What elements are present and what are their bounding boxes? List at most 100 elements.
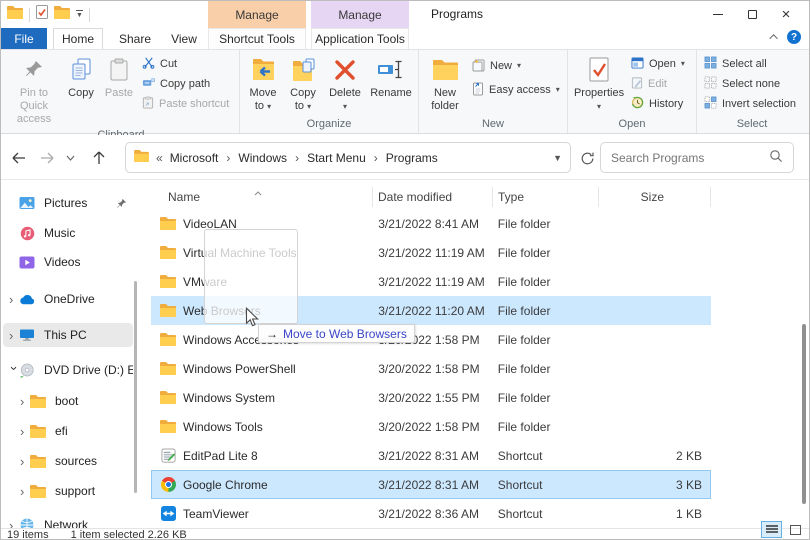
sidebar-item-support[interactable]: › support	[3, 479, 133, 503]
easy-access-button[interactable]: Easy access ▾	[468, 78, 564, 102]
breadcrumb-separator-icon[interactable]: ›	[294, 151, 300, 165]
copy-to-button[interactable]: Copy to ▾	[283, 51, 323, 115]
large-icons-view-button[interactable]	[785, 521, 806, 538]
details-view-button[interactable]	[761, 521, 782, 538]
tree-chevron-icon[interactable]: ›	[9, 519, 19, 529]
column-header-size[interactable]: Size	[599, 187, 711, 207]
select-none-button[interactable]: Select none	[700, 74, 804, 94]
recent-locations-button[interactable]	[63, 148, 77, 168]
breadcrumb-separator-icon[interactable]: ›	[225, 151, 231, 165]
sidebar-item-efi[interactable]: › efi	[3, 419, 133, 443]
forward-button[interactable]	[37, 148, 57, 168]
sidebar-item-sources[interactable]: › sources	[3, 449, 133, 473]
sidebar-scrollbar-thumb[interactable]	[134, 281, 137, 493]
search-input[interactable]: Search Programs	[600, 142, 794, 173]
search-icon[interactable]	[769, 149, 783, 166]
sidebar-item-onedrive[interactable]: › OneDrive	[3, 287, 133, 311]
rename-button[interactable]: Rename	[367, 51, 415, 102]
tab-share[interactable]: Share	[109, 28, 161, 49]
table-row-editpad-lite-8[interactable]: EditPad Lite 8 3/21/2022 8:31 AM Shortcu…	[151, 441, 711, 470]
file-type: File folder	[497, 390, 551, 405]
pin-to-quick-access-button[interactable]: Pin to Quick access	[6, 51, 62, 128]
paste-button[interactable]: Paste	[100, 51, 138, 102]
invert-selection-button[interactable]: Invert selection	[700, 94, 804, 114]
tree-chevron-icon[interactable]: ›	[20, 485, 30, 498]
sidebar-item-pictures[interactable]: › Pictures	[3, 191, 133, 215]
tree-chevron-icon[interactable]: ›	[20, 395, 30, 408]
tree-chevron-icon[interactable]: ›	[20, 455, 30, 468]
folder-icon[interactable]	[7, 5, 23, 24]
file-date-modified: 3/20/2022 1:58 PM	[378, 419, 480, 434]
breadcrumb-item[interactable]: Programs	[386, 151, 438, 165]
breadcrumb-item[interactable]: Windows	[238, 151, 287, 165]
sort-ascending-icon[interactable]	[254, 183, 262, 196]
address-bar[interactable]: « Microsoft › Windows › Start Menu › Pro…	[125, 142, 571, 173]
column-header-type[interactable]: Type	[493, 187, 599, 207]
up-button[interactable]	[89, 148, 109, 168]
breadcrumb-item[interactable]: Start Menu	[307, 151, 366, 165]
minimize-ribbon-button[interactable]	[769, 34, 778, 43]
tree-chevron-icon[interactable]: ›	[20, 425, 30, 438]
history-button[interactable]: History	[627, 94, 693, 114]
dropdown-icon: ▾	[555, 85, 560, 94]
cut-button[interactable]: Cut	[138, 54, 236, 74]
group-label-organize: Organize	[306, 118, 352, 130]
breadcrumb-separator-icon[interactable]: ›	[373, 151, 379, 165]
sidebar-item-videos[interactable]: › Videos	[3, 250, 133, 274]
table-row-windows-tools[interactable]: Windows Tools 3/20/2022 1:58 PM File fol…	[151, 412, 711, 441]
tree-chevron-icon[interactable]: ›	[7, 366, 22, 376]
column-header-name[interactable]: Name	[151, 187, 373, 207]
refresh-button[interactable]	[577, 148, 597, 168]
move-to-button[interactable]: Move to ▾	[243, 51, 283, 115]
breadcrumb-overflow[interactable]: «	[156, 151, 163, 165]
tab-file[interactable]: File	[1, 28, 47, 49]
open-button[interactable]: Open ▾	[627, 54, 693, 74]
selection-summary: 1 item selected 2.26 KB	[70, 529, 187, 540]
breadcrumb-item[interactable]: Microsoft	[170, 151, 219, 165]
back-button[interactable]	[9, 148, 29, 168]
address-dropdown-icon[interactable]: ▼	[553, 153, 562, 163]
help-button[interactable]: ?	[787, 30, 801, 44]
search-placeholder: Search Programs	[611, 150, 705, 165]
properties-icon[interactable]	[36, 5, 48, 24]
table-row-windows-system[interactable]: Windows System 3/20/2022 1:55 PM File fo…	[151, 383, 711, 412]
sidebar-item-label: boot	[55, 394, 79, 408]
customize-qat-icon[interactable]: ▼	[76, 10, 83, 19]
group-label-select: Select	[736, 118, 768, 130]
file-type: Shortcut	[497, 506, 543, 521]
new-folder-button[interactable]: New folder	[422, 51, 468, 115]
new-item-icon	[472, 58, 485, 75]
edit-button[interactable]: Edit	[627, 74, 693, 94]
tab-application-tools[interactable]: Application Tools	[311, 28, 409, 49]
list-scrollbar-thumb[interactable]	[802, 324, 806, 504]
tab-home[interactable]: Home	[53, 28, 103, 49]
sidebar-item-dvd-drive-d-es[interactable]: › DVD Drive (D:) ES	[3, 358, 133, 382]
new-item-button[interactable]: New ▾	[468, 54, 564, 78]
tree-chevron-icon[interactable]: ›	[9, 293, 19, 306]
new-folder-icon[interactable]	[54, 5, 70, 24]
move-to-icon	[250, 53, 276, 87]
select-all-button[interactable]: Select all	[700, 54, 804, 74]
sidebar-item-music[interactable]: › Music	[3, 221, 133, 245]
table-row-teamviewer[interactable]: TeamViewer 3/21/2022 8:36 AM Shortcut 1 …	[151, 499, 711, 528]
table-row-windows-powershell[interactable]: Windows PowerShell 3/20/2022 1:58 PM Fil…	[151, 354, 711, 383]
sidebar-item-this-pc[interactable]: › This PC	[3, 323, 133, 347]
paste-shortcut-button[interactable]: Paste shortcut	[138, 94, 236, 114]
sidebar-item-network[interactable]: › Network	[3, 513, 133, 528]
column-headers: Name Date modified Type Size	[151, 187, 711, 207]
minimize-button[interactable]	[701, 1, 735, 28]
table-row-google-chrome[interactable]: Google Chrome 3/21/2022 8:31 AM Shortcut…	[151, 470, 711, 499]
tab-shortcut-tools[interactable]: Shortcut Tools	[208, 28, 306, 49]
delete-button[interactable]: Delete ▾	[323, 51, 367, 115]
properties-button[interactable]: Properties ▾	[571, 51, 627, 115]
column-header-date-modified[interactable]: Date modified	[373, 187, 493, 207]
tree-chevron-icon[interactable]: ›	[9, 329, 19, 342]
file-size: 3 KB	[675, 477, 702, 492]
tab-view[interactable]: View	[161, 28, 207, 49]
copy-button[interactable]: Copy	[62, 51, 100, 102]
maximize-button[interactable]	[735, 1, 769, 28]
table-row-windows-accessories[interactable]: Windows Accessories 3/20/2022 1:58 PM Fi…	[151, 325, 711, 354]
close-button[interactable]: ×	[769, 1, 803, 28]
copy-path-button[interactable]: Copy path	[138, 74, 236, 94]
sidebar-item-boot[interactable]: › boot	[3, 389, 133, 413]
